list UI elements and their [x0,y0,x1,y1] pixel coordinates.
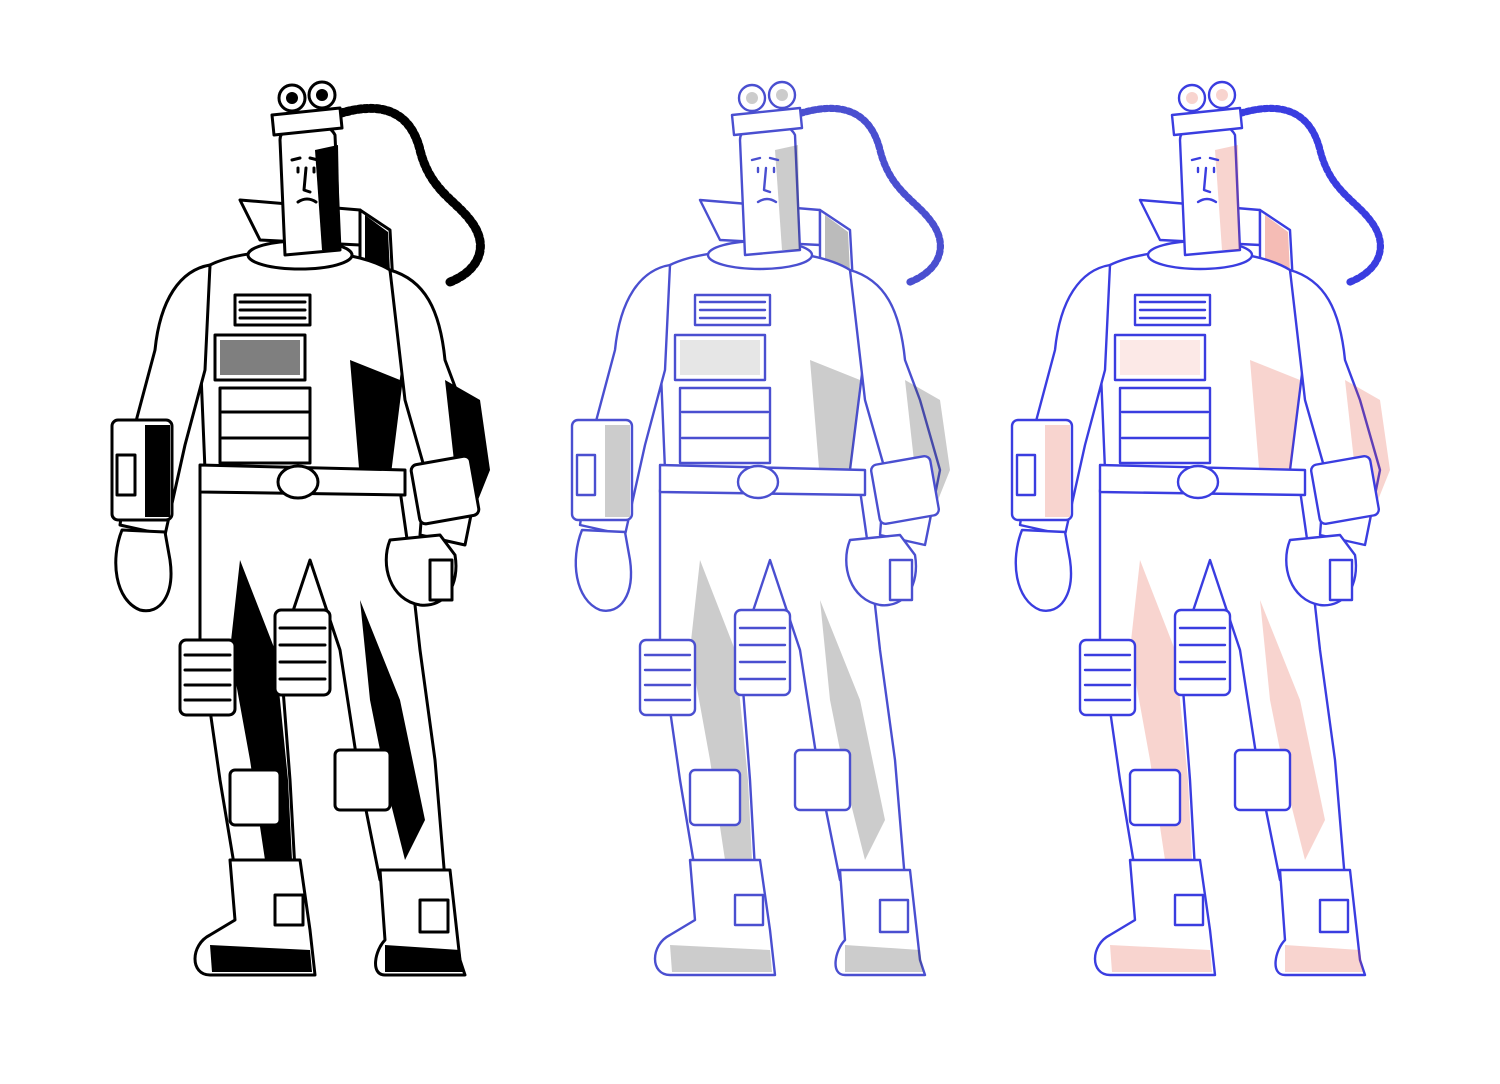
shin-plate-left [1128,768,1182,827]
boot-buckle-left [273,893,305,927]
belt-buckle [1176,464,1220,500]
glove-left [574,528,633,612]
wrist-panel-left [575,453,597,497]
wrist-panel-left [115,453,137,497]
astronaut-figure-rough [1010,80,1390,977]
forearm-cuff-shadow-left [1045,425,1070,517]
air-hose [1231,104,1384,286]
belt-buckle [736,464,780,500]
goggle-pupil-left [1186,92,1198,104]
sketch-canvas [0,0,1500,1080]
astronaut-pencil-shaded-drawing [520,0,1000,1080]
astronaut-rough-color-sketch [960,0,1440,1080]
goggle-pupil-right [776,89,788,101]
boot-buckle-left [733,893,765,927]
shin-plate-left [228,768,282,827]
shin-plate-right [793,748,852,812]
goggle-pupil-left [286,92,298,104]
chest-display-screen [680,340,760,375]
knee-pad-right [1173,608,1232,697]
astronaut-figure-graphite [570,80,950,977]
wrist-panel-left [1015,453,1037,497]
forearm-cuff-right [869,454,941,526]
knee-pad-left [178,638,237,717]
boot-buckle-right [418,898,450,934]
air-hose [791,104,944,286]
forearm-cuff-right [1309,454,1381,526]
shin-plate-right [1233,748,1292,812]
knee-pad-left [1078,638,1137,717]
glove-strap-right [1328,558,1354,602]
shin-plate-left [688,768,742,827]
chest-display-screen [220,340,300,375]
astronaut-ink-drawing [60,0,540,1080]
boot-buckle-left [1173,893,1205,927]
chest-display-screen [1120,340,1200,375]
knee-pad-right [733,608,792,697]
boot-buckle-right [1318,898,1350,934]
chest-control-box [218,386,312,465]
knee-pad-right [273,608,332,697]
forearm-cuff-shadow-left [605,425,630,517]
glove-left [1014,528,1073,612]
astronaut-figure-ink [110,80,490,977]
forearm-cuff-right [409,454,481,526]
chest-control-box [678,386,772,465]
goggle-pupil-right [316,89,328,101]
knee-pad-left [638,638,697,717]
chest-control-box [1118,386,1212,465]
boot-buckle-right [878,898,910,934]
belt-buckle [276,464,320,500]
goggle-pupil-left [746,92,758,104]
glove-strap-right [888,558,914,602]
shin-plate-right [333,748,392,812]
glove-left [114,528,173,613]
forearm-cuff-shadow-left [145,425,170,517]
goggle-pupil-right [1216,89,1228,101]
glove-strap-right [428,558,454,602]
